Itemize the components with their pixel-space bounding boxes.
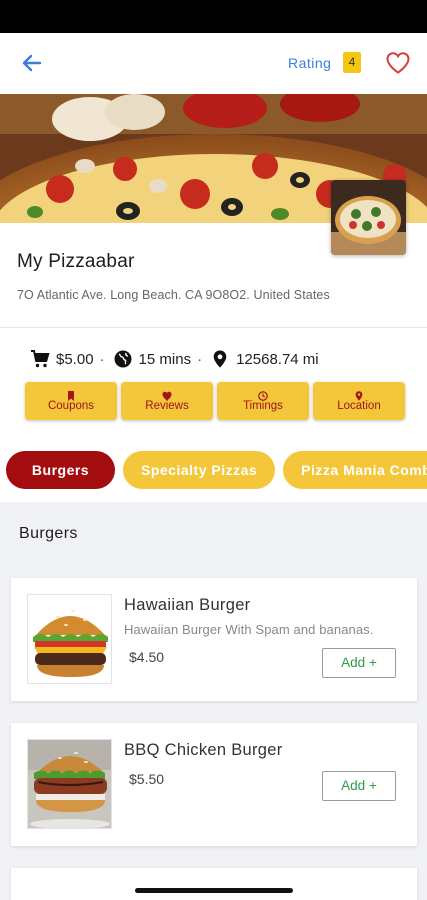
price-text: $5.00 xyxy=(56,350,94,368)
app-bar: Rating 4 xyxy=(0,33,427,94)
item-photo-bbq-chicken-burger xyxy=(27,739,112,829)
clock-icon xyxy=(258,388,268,401)
reviews-button[interactable]: Reviews xyxy=(121,382,213,420)
separator-dot: · xyxy=(197,350,203,368)
category-tab-pizza-mania-combo[interactable]: Pizza Mania Comb xyxy=(283,451,427,489)
category-tab-burgers[interactable]: Burgers xyxy=(6,451,115,489)
rating-label: Rating xyxy=(288,55,332,71)
category-tab-specialty-pizzas[interactable]: Specialty Pizzas xyxy=(123,451,276,489)
section-title: Burgers xyxy=(19,525,78,542)
location-label: Location xyxy=(337,400,381,412)
rating-badge: 4 xyxy=(343,52,361,73)
home-indicator xyxy=(135,888,293,893)
coupons-label: Coupons xyxy=(47,400,95,412)
heart-icon xyxy=(162,388,172,401)
coupons-button[interactable]: Coupons xyxy=(25,382,117,420)
distance-text: 12568.74 mi xyxy=(236,350,319,368)
add-to-cart-button[interactable]: Add + xyxy=(322,771,396,801)
separator-dot: · xyxy=(99,350,105,368)
store-meta-row: $5.00 · 15 mins · 12568.74 mi xyxy=(30,347,319,371)
timings-label: Timings xyxy=(243,400,283,412)
location-pin-icon xyxy=(210,349,230,369)
pin-icon xyxy=(354,388,364,401)
globe-icon xyxy=(113,349,133,369)
menu-item-card[interactable]: Hawaiian Burger Hawaiian Burger With Spa… xyxy=(11,578,417,701)
delivery-time-text: 15 mins xyxy=(138,350,192,368)
item-name: BBQ Chicken Burger xyxy=(124,741,283,759)
store-address: 7O Atlantic Ave. Long Beach. CA 9O8O2. U… xyxy=(17,288,330,302)
status-bar xyxy=(0,0,427,33)
item-description: Hawaiian Burger With Spam and bananas. xyxy=(124,622,374,637)
item-price: $4.50 xyxy=(129,649,165,665)
cart-icon xyxy=(30,349,50,369)
add-to-cart-button[interactable]: Add + xyxy=(322,648,396,678)
location-button[interactable]: Location xyxy=(313,382,405,420)
reviews-label: Reviews xyxy=(145,400,189,412)
back-arrow-icon[interactable] xyxy=(18,49,46,77)
menu-item-card[interactable]: BBQ Chicken Burger $5.50 Add + xyxy=(11,723,417,846)
bookmark-icon xyxy=(66,388,76,401)
store-actions: Coupons Reviews Timings Location xyxy=(25,382,409,420)
menu-item-card[interactable] xyxy=(11,868,417,900)
store-name: My Pizzaabar xyxy=(17,251,135,272)
item-photo-hawaiian-burger xyxy=(27,594,112,684)
store-thumbnail-image xyxy=(331,180,406,255)
item-price: $5.50 xyxy=(129,771,165,787)
favorite-heart-icon[interactable] xyxy=(385,51,411,75)
category-tabs: Burgers Specialty Pizzas Pizza Mania Comb xyxy=(6,451,427,489)
item-name: Hawaiian Burger xyxy=(124,596,251,614)
divider xyxy=(0,327,427,328)
timings-button[interactable]: Timings xyxy=(217,382,309,420)
